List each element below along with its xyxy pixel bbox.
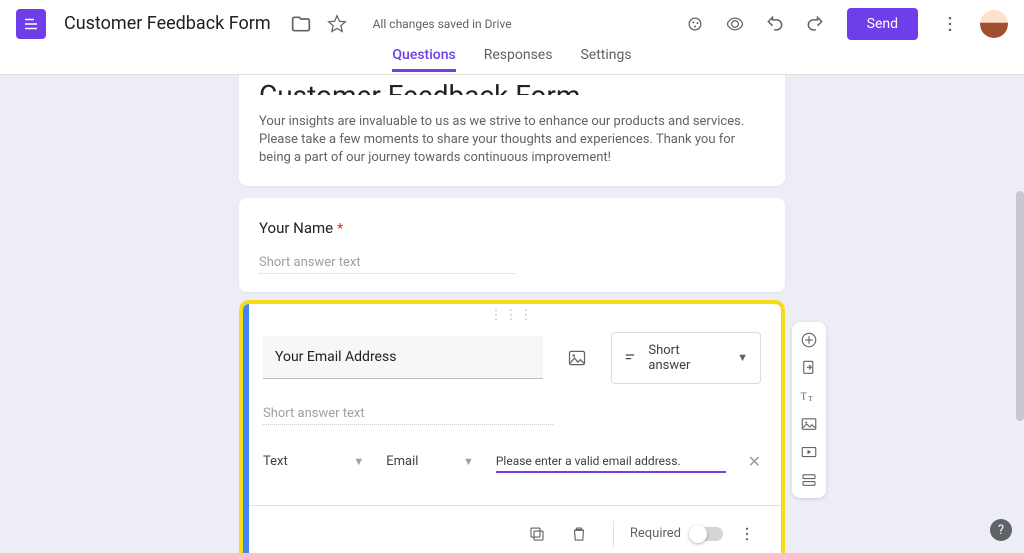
delete-icon[interactable] bbox=[561, 516, 597, 552]
chevron-down-icon: ▼ bbox=[463, 455, 474, 468]
form-description[interactable]: Your insights are invaluable to us as we… bbox=[259, 113, 765, 168]
add-question-icon[interactable] bbox=[794, 326, 824, 354]
selected-question-highlight: ⋮⋮⋮ Your Email Address Short answer ▼ bbox=[239, 300, 785, 553]
validation-row: Text ▼ Email ▼ Please enter a valid emai… bbox=[263, 451, 761, 493]
star-icon[interactable] bbox=[319, 6, 355, 42]
add-title-icon[interactable]: TT bbox=[794, 382, 824, 410]
undo-icon[interactable] bbox=[757, 6, 793, 42]
tab-questions[interactable]: Questions bbox=[392, 47, 455, 72]
short-answer-placeholder: Short answer text bbox=[259, 255, 515, 274]
required-toggle[interactable] bbox=[691, 527, 723, 541]
save-status: All changes saved in Drive bbox=[373, 17, 512, 31]
form-title-card[interactable]: Customer Feedback Form Your insights are… bbox=[239, 75, 785, 186]
header-actions: Send bbox=[677, 6, 1008, 42]
header-top: Customer Feedback Form All changes saved… bbox=[0, 0, 1024, 47]
add-video-icon[interactable] bbox=[794, 438, 824, 466]
add-image-icon[interactable] bbox=[559, 340, 595, 376]
side-toolbar: TT bbox=[792, 322, 826, 498]
drag-handle-icon[interactable]: ⋮⋮⋮ bbox=[243, 304, 781, 320]
validation-error-input[interactable]: Please enter a valid email address. bbox=[496, 451, 726, 473]
user-avatar[interactable] bbox=[980, 10, 1008, 38]
document-title[interactable]: Customer Feedback Form bbox=[64, 13, 271, 34]
import-questions-icon[interactable] bbox=[794, 354, 824, 382]
question-footer: Required bbox=[243, 505, 781, 553]
question-label: Your Name bbox=[259, 219, 333, 237]
tab-responses[interactable]: Responses bbox=[484, 47, 553, 69]
divider bbox=[613, 521, 614, 547]
required-label: Required bbox=[630, 526, 681, 541]
question-type-dropdown[interactable]: Short answer ▼ bbox=[611, 332, 761, 384]
scrollbar[interactable] bbox=[1016, 191, 1024, 421]
more-menu-icon[interactable] bbox=[932, 6, 968, 42]
question-card-name[interactable]: Your Name* Short answer text bbox=[239, 198, 785, 292]
theme-icon[interactable] bbox=[677, 6, 713, 42]
forms-logo-icon[interactable] bbox=[16, 9, 46, 39]
redo-icon[interactable] bbox=[797, 6, 833, 42]
selected-accent-bar bbox=[243, 304, 249, 553]
remove-validation-icon[interactable]: ✕ bbox=[748, 452, 761, 471]
question-type-label: Short answer bbox=[648, 343, 717, 373]
editor-tabs: Questions Responses Settings bbox=[0, 47, 1024, 74]
validation-rule-dropdown[interactable]: Email ▼ bbox=[386, 454, 474, 469]
question-title-input[interactable]: Your Email Address bbox=[263, 336, 543, 379]
form-title[interactable]: Customer Feedback Form bbox=[259, 79, 765, 95]
svg-text:T: T bbox=[801, 391, 807, 402]
send-button[interactable]: Send bbox=[847, 8, 918, 40]
chevron-down-icon: ▼ bbox=[737, 351, 748, 364]
add-section-icon[interactable] bbox=[794, 466, 824, 494]
validation-type-dropdown[interactable]: Text ▼ bbox=[263, 454, 364, 469]
chevron-down-icon: ▼ bbox=[353, 455, 364, 468]
add-image-icon[interactable] bbox=[794, 410, 824, 438]
duplicate-icon[interactable] bbox=[519, 516, 555, 552]
app-header: Customer Feedback Form All changes saved… bbox=[0, 0, 1024, 75]
help-icon[interactable]: ? bbox=[990, 519, 1012, 541]
question-card-email[interactable]: ⋮⋮⋮ Your Email Address Short answer ▼ bbox=[243, 304, 781, 553]
svg-text:T: T bbox=[808, 394, 813, 403]
move-folder-icon[interactable] bbox=[283, 6, 319, 42]
question-more-icon[interactable] bbox=[729, 516, 765, 552]
preview-icon[interactable] bbox=[717, 6, 753, 42]
tab-settings[interactable]: Settings bbox=[580, 47, 631, 69]
required-star: * bbox=[337, 221, 343, 237]
answer-placeholder: Short answer text bbox=[263, 406, 553, 425]
form-canvas: Customer Feedback Form Your insights are… bbox=[0, 75, 1024, 553]
